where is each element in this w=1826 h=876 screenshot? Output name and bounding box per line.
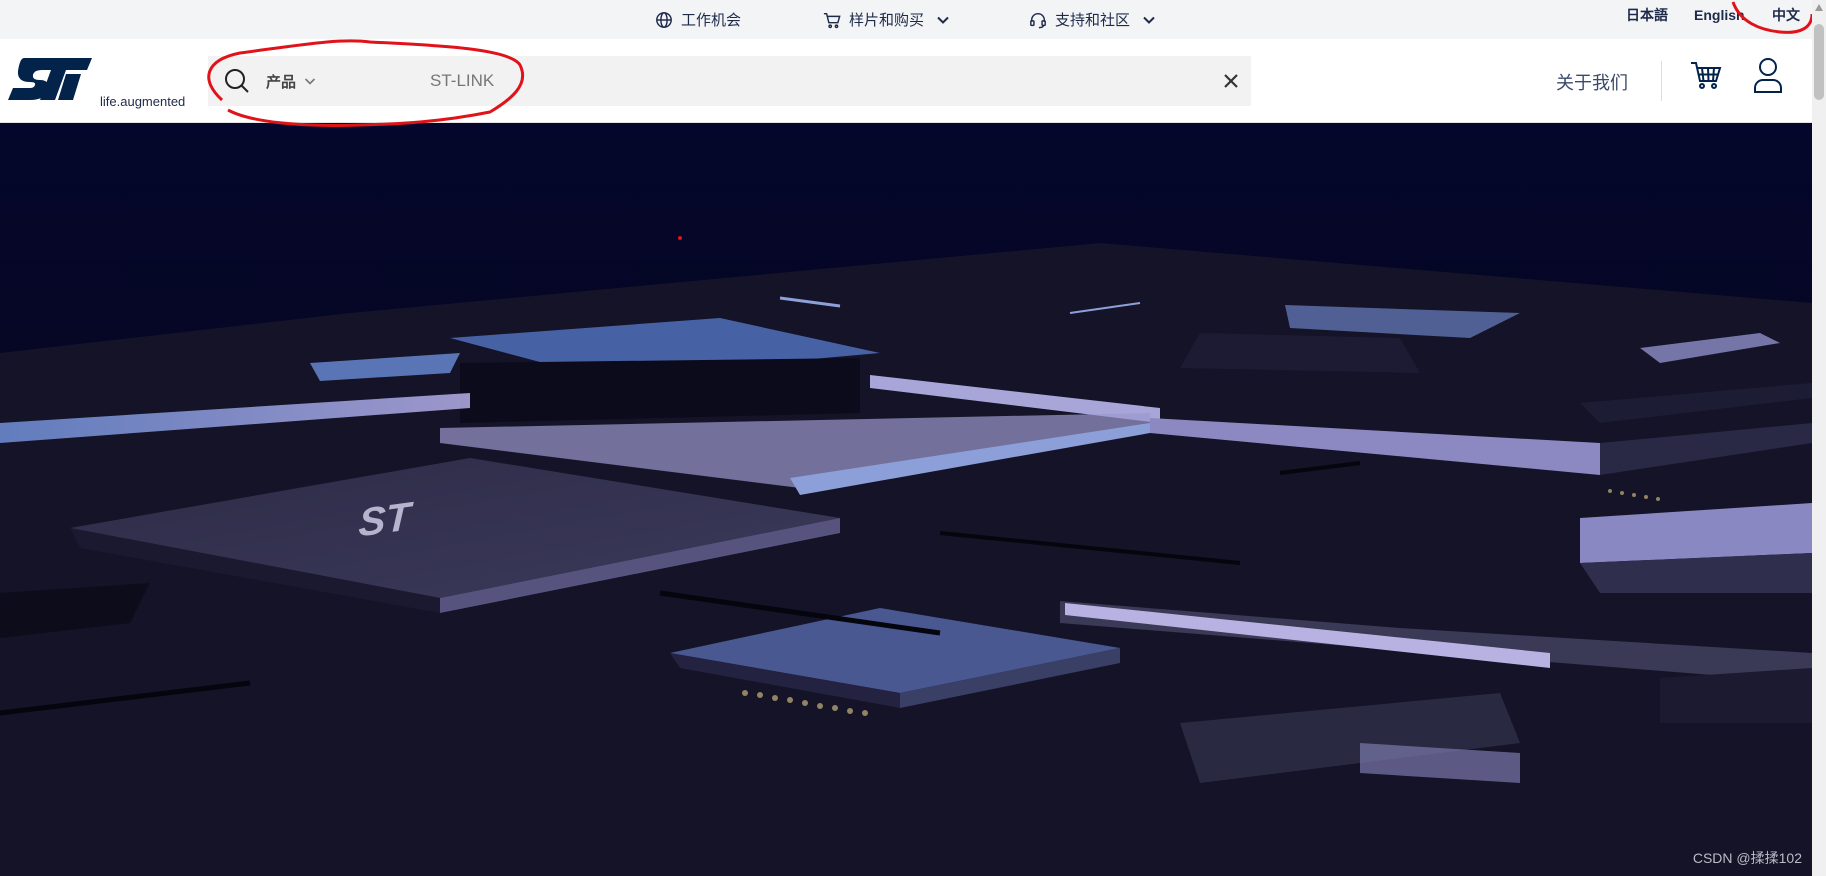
hero-chips-illustration: ST bbox=[0, 123, 1812, 876]
language-english[interactable]: English bbox=[1694, 0, 1745, 30]
samples-buy-menu[interactable]: 样片和购买 bbox=[823, 0, 950, 39]
language-chinese[interactable]: 中文 bbox=[1772, 0, 1800, 30]
samples-buy-label: 样片和购买 bbox=[849, 12, 925, 29]
jobs-link[interactable]: 工作机会 bbox=[655, 0, 741, 39]
close-icon[interactable] bbox=[1221, 71, 1241, 91]
search-input[interactable] bbox=[430, 69, 730, 93]
language-japanese[interactable]: 日本語 bbox=[1626, 0, 1668, 30]
user-account-icon[interactable] bbox=[1753, 57, 1783, 93]
page-scrollbar[interactable] bbox=[1812, 0, 1826, 876]
top-utility-bar: 工作机会 样片和购买 支持和社区 日本語 English 中文 bbox=[0, 0, 1812, 39]
search-category-label: 产品 bbox=[266, 73, 297, 91]
globe-icon bbox=[656, 11, 672, 28]
chevron-down-icon bbox=[937, 16, 949, 24]
scroll-up-arrow-icon[interactable] bbox=[1814, 2, 1824, 14]
about-us-link[interactable]: 关于我们 bbox=[1556, 69, 1628, 95]
headset-icon bbox=[1030, 12, 1046, 28]
logo-tagline: life.augmented bbox=[100, 94, 186, 109]
search-icon[interactable] bbox=[224, 68, 250, 94]
search-bar[interactable]: 产品 bbox=[208, 56, 1251, 106]
support-community-label: 支持和社区 bbox=[1055, 12, 1131, 29]
hero-banner: ST bbox=[0, 123, 1812, 876]
scrollbar-thumb[interactable] bbox=[1814, 24, 1824, 100]
st-logo-mark bbox=[8, 58, 92, 100]
jobs-link-label: 工作机会 bbox=[681, 12, 742, 29]
st-logo[interactable]: life.augmented bbox=[8, 54, 188, 109]
chevron-down-icon bbox=[304, 78, 316, 85]
chip-logo: ST bbox=[358, 494, 415, 546]
cart-icon bbox=[823, 12, 841, 28]
support-community-menu[interactable]: 支持和社区 bbox=[1029, 0, 1156, 39]
main-header: life.augmented 产品 关于我们 bbox=[0, 39, 1812, 123]
chevron-down-icon bbox=[1143, 16, 1155, 24]
search-category-dropdown[interactable]: 产品 bbox=[266, 56, 316, 106]
header-divider bbox=[1661, 61, 1662, 101]
csdn-watermark: CSDN @揉揉102 bbox=[1692, 850, 1802, 866]
shopping-cart-icon[interactable] bbox=[1690, 59, 1722, 91]
